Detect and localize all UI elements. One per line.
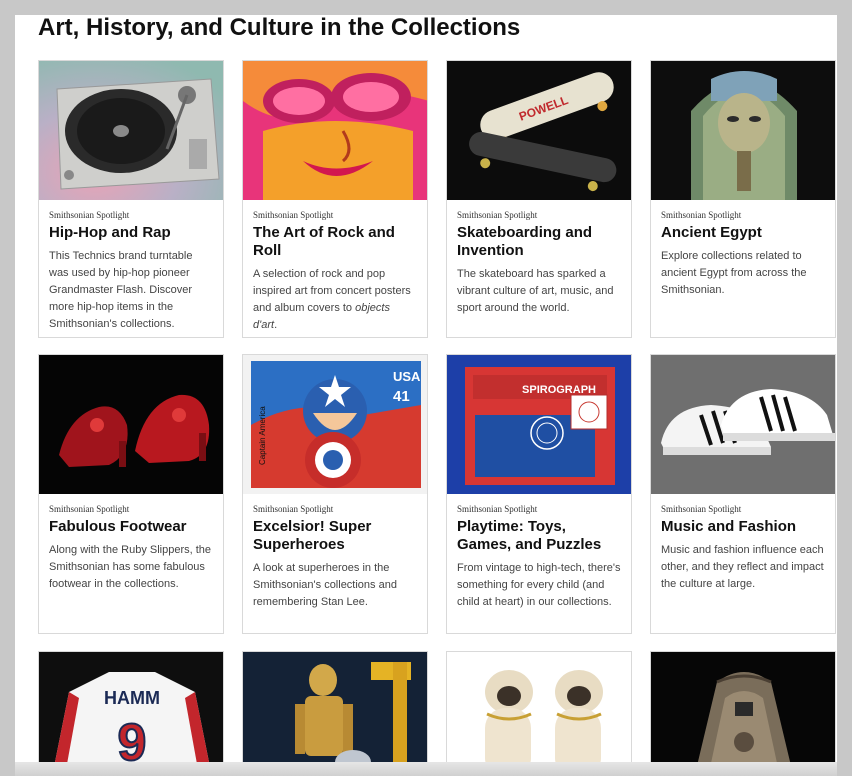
card-title[interactable]: Ancient Egypt	[661, 224, 825, 242]
card-title[interactable]: Music and Fashion	[661, 518, 825, 536]
card-title[interactable]: Playtime: Toys, Games, and Puzzles	[457, 518, 621, 554]
spotlight-card-superheroes[interactable]: USA 41 Captain America Smithsonian Spotl…	[242, 354, 428, 634]
card-description: From vintage to high-tech, there's somet…	[457, 562, 621, 608]
bottom-scroll-shadow	[15, 762, 837, 776]
spotlight-card-playtime[interactable]: SPIROGRAPH Smithsonian Spotlight Playtim…	[446, 354, 632, 634]
psychedelic-poster-image[interactable]	[243, 61, 427, 200]
card-description: A look at superheroes in the Smithsonian…	[253, 562, 397, 608]
card-title[interactable]: Excelsior! Super Superheroes	[253, 518, 417, 554]
card-description: Explore collections related to ancient E…	[661, 250, 807, 296]
card-description: Along with the Ruby Slippers, the Smiths…	[49, 544, 212, 590]
spotlight-card-skateboarding[interactable]: POWELL Smithsonian Spotlight Skateboardi…	[446, 60, 632, 338]
card-title[interactable]: Hip-Hop and Rap	[49, 224, 213, 242]
space-capsule-image[interactable]	[651, 652, 835, 776]
spotlight-card-rock-and-roll[interactable]: Smithsonian Spotlight The Art of Rock an…	[242, 60, 428, 338]
c3po-r2d2-image[interactable]	[243, 652, 427, 776]
spotlight-card-row3-4[interactable]	[650, 651, 836, 776]
spirograph-box-image[interactable]: SPIROGRAPH	[447, 355, 631, 494]
spotlight-card-hip-hop[interactable]: Smithsonian Spotlight Hip-Hop and Rap Th…	[38, 60, 224, 338]
spotlight-card-ancient-egypt[interactable]: Smithsonian Spotlight Ancient Egypt Expl…	[650, 60, 836, 338]
porcelain-pugs-image[interactable]	[447, 652, 631, 776]
card-kicker: Smithsonian Spotlight	[49, 504, 130, 514]
page-title: Art, History, and Culture in the Collect…	[38, 15, 521, 41]
sarcophagus-image[interactable]	[651, 61, 835, 200]
spotlight-card-music-and-fashion[interactable]: Smithsonian Spotlight Music and Fashion …	[650, 354, 836, 634]
card-kicker: Smithsonian Spotlight	[49, 210, 130, 220]
card-title[interactable]: Skateboarding and Invention	[457, 224, 621, 260]
card-kicker: Smithsonian Spotlight	[253, 210, 334, 220]
svg-text:USA: USA	[393, 369, 421, 384]
turntable-image[interactable]	[39, 61, 223, 200]
svg-text:HAMM: HAMM	[104, 688, 160, 708]
card-description: This Technics brand turntable was used b…	[49, 250, 193, 330]
skateboards-image[interactable]: POWELL	[447, 61, 631, 200]
card-description: The skateboard has sparked a vibrant cul…	[457, 268, 614, 314]
spotlight-card-footwear[interactable]: Smithsonian Spotlight Fabulous Footwear …	[38, 354, 224, 634]
card-kicker: Smithsonian Spotlight	[457, 210, 538, 220]
card-kicker: Smithsonian Spotlight	[457, 504, 538, 514]
card-title[interactable]: The Art of Rock and Roll	[253, 224, 417, 260]
captain-america-stamp-image[interactable]: USA 41 Captain America	[243, 355, 427, 494]
spotlight-card-row3-1[interactable]: HAMM 9	[38, 651, 224, 776]
card-kicker: Smithsonian Spotlight	[661, 210, 742, 220]
spotlight-card-row3-2[interactable]	[242, 651, 428, 776]
card-kicker: Smithsonian Spotlight	[253, 504, 334, 514]
ruby-slippers-image[interactable]	[39, 355, 223, 494]
spotlight-card-row3-3[interactable]	[446, 651, 632, 776]
card-description: Music and fashion influence each other, …	[661, 544, 824, 590]
card-kicker: Smithsonian Spotlight	[661, 504, 742, 514]
svg-text:SPIROGRAPH: SPIROGRAPH	[522, 384, 596, 396]
page-content: Art, History, and Culture in the Collect…	[15, 15, 837, 776]
card-title[interactable]: Fabulous Footwear	[49, 518, 213, 536]
jersey-image[interactable]: HAMM 9	[39, 652, 223, 776]
svg-text:Captain America: Captain America	[258, 406, 267, 465]
svg-text:41: 41	[393, 388, 410, 405]
sneakers-image[interactable]	[651, 355, 835, 494]
card-description: A selection of rock and pop inspired art…	[253, 268, 411, 331]
